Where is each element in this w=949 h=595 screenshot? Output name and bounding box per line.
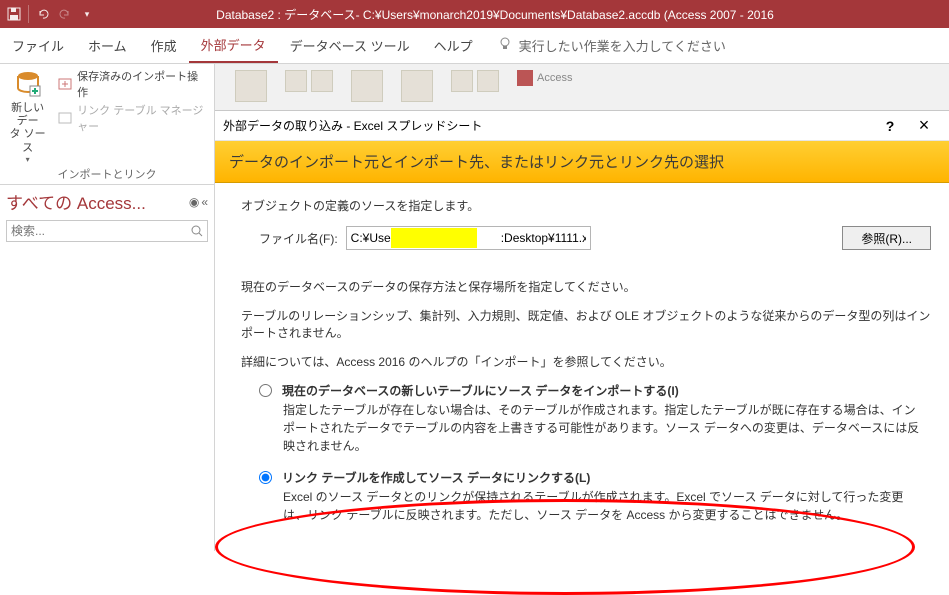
access-export-icon xyxy=(517,70,533,86)
redo-icon[interactable] xyxy=(57,6,73,22)
help-button[interactable]: ? xyxy=(873,118,907,134)
export-excel-icon xyxy=(285,70,307,92)
tab-create[interactable]: 作成 xyxy=(139,28,189,63)
option-import-desc: 指定したテーブルが存在しない場合は、そのテーブルが作成されます。指定したテーブル… xyxy=(283,401,923,455)
option-import-radio[interactable] xyxy=(259,384,272,397)
window-title: Database2 : データベース- C:¥Users¥monarch2019… xyxy=(101,6,949,23)
export-email-icon xyxy=(401,70,433,102)
browse-button[interactable]: 参照(R)... xyxy=(842,226,931,250)
data-source-icon xyxy=(12,68,44,100)
tell-me-label: 実行したい作業を入力してください xyxy=(519,36,726,55)
ribbon-export-group: Access xyxy=(215,64,949,112)
nav-dropdown-icon[interactable]: ◉ xyxy=(189,195,199,209)
option-link-radio[interactable] xyxy=(259,471,272,484)
dialog-banner: データのインポート元とインポート先、またはリンク元とリンク先の選択 xyxy=(215,141,949,183)
redaction-mask xyxy=(391,228,477,248)
search-input[interactable] xyxy=(7,224,187,238)
access-export-label: Access xyxy=(537,72,572,84)
lightbulb-icon xyxy=(497,36,513,55)
spec-text: オブジェクトの定義のソースを指定します。 xyxy=(241,197,931,214)
instruction-1: 現在のデータベースのデータの保存方法と保存場所を指定してください。 xyxy=(241,278,931,295)
instruction-3: 詳細については、Access 2016 のヘルプの「インポート」を参照してくださ… xyxy=(241,353,931,370)
search-icon[interactable] xyxy=(187,224,207,238)
nav-collapse-icon[interactable]: « xyxy=(201,195,208,209)
ribbon-group-label: インポートとリンク xyxy=(0,164,214,184)
option-import-label[interactable]: 現在のデータベースの新しいテーブルにソース データをインポートする(I) xyxy=(282,382,679,399)
close-button[interactable]: × xyxy=(907,115,941,136)
export-saved-icon xyxy=(235,70,267,102)
link-table-manager-label: リンク テーブル マネージャー xyxy=(77,102,208,134)
new-data-source-label: 新しいデー タ ソース xyxy=(6,102,49,155)
nav-search[interactable] xyxy=(6,220,208,242)
export-pdf-icon xyxy=(351,70,383,102)
new-data-source-button[interactable]: 新しいデー タ ソース ▾ xyxy=(6,68,49,160)
saved-imports-icon xyxy=(57,76,73,92)
saved-imports-button[interactable]: 保存済みのインポート操作 xyxy=(57,68,208,100)
tab-external-data[interactable]: 外部データ xyxy=(189,28,278,63)
tab-file[interactable]: ファイル xyxy=(0,28,76,63)
tell-me[interactable]: 実行したい作業を入力してください xyxy=(485,36,738,55)
nav-pane-title[interactable]: すべての Access... xyxy=(6,189,146,214)
export-text-icon xyxy=(311,70,333,92)
save-icon[interactable] xyxy=(6,6,22,22)
chevron-down-icon: ▾ xyxy=(26,155,30,165)
option-link-label[interactable]: リンク テーブルを作成してソース データにリンクする(L) xyxy=(282,469,590,486)
qat-dropdown-icon[interactable]: ▾ xyxy=(79,6,95,22)
saved-imports-label: 保存済みのインポート操作 xyxy=(77,68,208,100)
undo-icon[interactable] xyxy=(35,6,51,22)
instruction-2: テーブルのリレーションシップ、集計列、入力規則、既定値、および OLE オブジェ… xyxy=(241,307,931,341)
tab-help[interactable]: ヘルプ xyxy=(422,28,485,63)
export-word-icon xyxy=(477,70,499,92)
export-xml-icon xyxy=(451,70,473,92)
link-table-icon xyxy=(57,110,73,126)
tab-home[interactable]: ホーム xyxy=(76,28,139,63)
link-table-manager-button: リンク テーブル マネージャー xyxy=(57,102,208,134)
option-link-desc: Excel のソース データとのリンクが保持されるテーブルが作成されます。Exc… xyxy=(283,488,923,524)
file-label: ファイル名(F): xyxy=(259,230,338,247)
tab-dbtools[interactable]: データベース ツール xyxy=(278,28,422,63)
import-dialog: 外部データの取り込み - Excel スプレッドシート ? × データのインポー… xyxy=(215,110,949,551)
dialog-title: 外部データの取り込み - Excel スプレッドシート xyxy=(223,117,873,134)
